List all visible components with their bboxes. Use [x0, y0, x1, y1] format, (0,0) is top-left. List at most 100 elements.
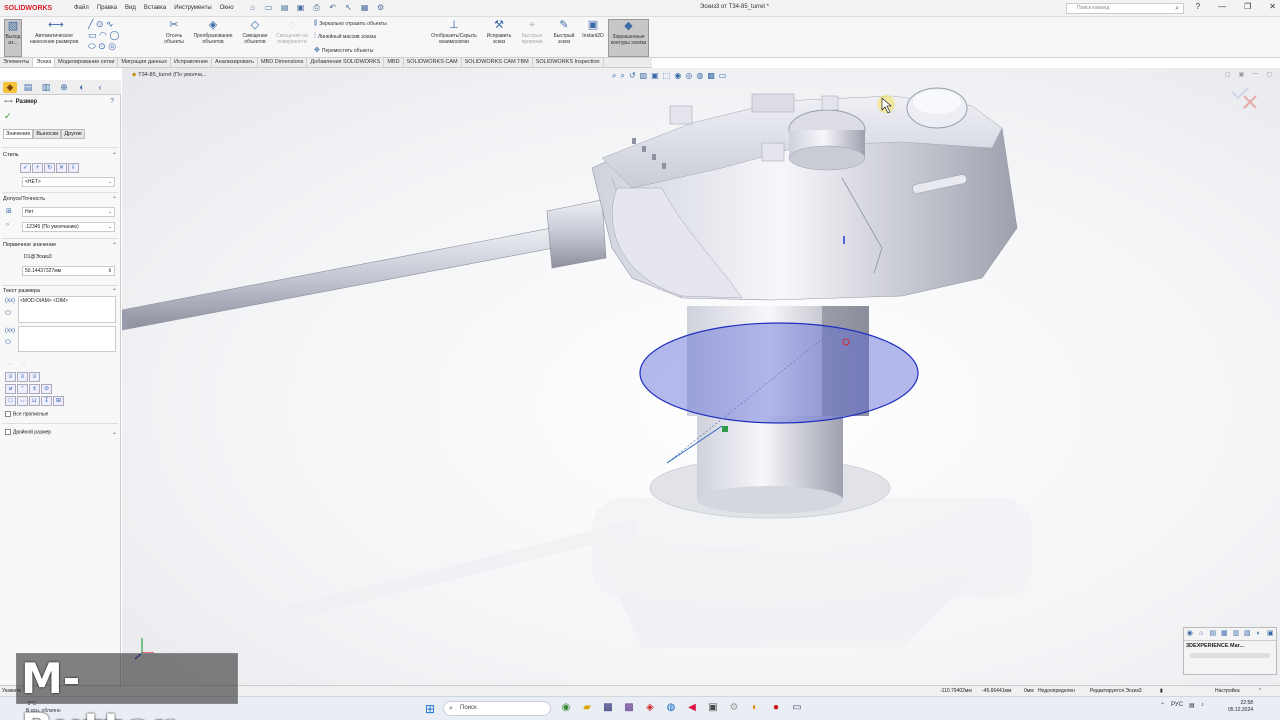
close-button[interactable]: ✕ — [1269, 2, 1276, 11]
more-symbols-icon[interactable]: ⊘ — [41, 384, 52, 394]
volume-icon[interactable]: ♪ — [1201, 702, 1204, 709]
offset-entities-button[interactable]: ◇ Смещение объектов — [238, 19, 272, 45]
blender-icon[interactable]: ◐ — [749, 702, 761, 714]
counterbore-symbol-icon[interactable]: ⊔ — [29, 396, 40, 406]
network-icon[interactable]: ▤ — [1189, 702, 1195, 709]
delete-style-icon[interactable]: ✕ — [56, 163, 67, 173]
rapid-snaps-button[interactable]: ⌖ Быстрые привязки — [516, 19, 548, 45]
menu-edit[interactable]: Правка — [97, 5, 117, 11]
custom-properties-icon[interactable]: ▣ — [1266, 629, 1276, 639]
mirror-entities-button[interactable]: ⫼ Зеркально отразить объекты — [314, 20, 387, 28]
inspection-icon[interactable]: ⬭ — [5, 310, 11, 318]
inspection-icon-lower[interactable]: ⬭ — [5, 339, 11, 347]
premiere-icon[interactable]: ▩ — [623, 702, 635, 714]
tray-overflow-icon[interactable]: ⌃ — [1160, 702, 1165, 709]
countersink-symbol-icon[interactable]: ⌵ — [17, 396, 28, 406]
home-icon[interactable]: ⌂ — [1197, 629, 1207, 639]
shaded-sketch-contours-button[interactable]: ◆ Закрашенные контуры эскиза — [608, 19, 649, 57]
solidworks-icon[interactable]: ◈ — [644, 702, 656, 714]
menu-view[interactable]: Вид — [125, 5, 136, 11]
home-icon[interactable]: ⌂ — [248, 3, 258, 13]
language-indicator[interactable]: РУС — [1171, 702, 1183, 709]
options-gear-icon[interactable]: ⚙ — [376, 3, 386, 13]
tab-solidworks-cam[interactable]: SOLIDWORKS CAM — [404, 58, 462, 67]
update-style-icon[interactable]: ↻ — [44, 163, 55, 173]
diameter-symbol-icon[interactable]: ⌀ — [5, 384, 16, 394]
file-explorer-icon[interactable]: ▥ — [1231, 629, 1241, 639]
feature-tree-icon[interactable]: ▤ — [21, 82, 35, 93]
degree-symbol-icon[interactable]: ° — [17, 384, 28, 394]
screen-tool-icon[interactable]: ▭ — [791, 702, 803, 714]
style-select[interactable]: <НЕТ> ⌄ — [22, 177, 115, 187]
depth-symbol-icon[interactable]: ↧ — [41, 396, 52, 406]
exit-sketch-button[interactable]: ▧ Выход из... — [4, 19, 22, 57]
tab-mbd[interactable]: MBD — [384, 58, 404, 67]
dimension-text-section-header[interactable]: Текст размера ⌃ — [3, 288, 117, 295]
photoshop-icon[interactable]: ▩ — [602, 702, 614, 714]
status-settings-dropdown-icon[interactable]: ⌃ — [1258, 686, 1262, 696]
add-parentheses-icon[interactable]: (xx) — [5, 298, 15, 304]
menu-file[interactable]: Файл — [74, 5, 89, 11]
tab-data-migration[interactable]: Миграция данных — [118, 58, 171, 67]
app-icon[interactable]: ▣ — [707, 702, 719, 714]
quick-sketch-button[interactable]: ✎ Быстрый эскиз — [549, 19, 579, 45]
property-manager-icon[interactable]: ▥ — [39, 82, 53, 93]
dimension-text-area-bottom[interactable] — [18, 326, 116, 352]
undo-icon[interactable]: ↶ — [328, 3, 338, 13]
restore-button[interactable]: ❐ — [1244, 2, 1251, 11]
add-style-icon[interactable]: + — [32, 163, 43, 173]
save-style-icon[interactable]: ⇩ — [68, 163, 79, 173]
menu-window[interactable]: Окно — [220, 5, 234, 11]
view-palette-icon[interactable]: ▧ — [1243, 629, 1253, 639]
help-icon[interactable]: ? — [110, 98, 114, 105]
convert-entities-button[interactable]: ◈ Преобразование объектов — [188, 19, 238, 45]
settings-app-icon[interactable]: ⚙ — [728, 702, 740, 714]
leader-icon[interactable]: ⋯ — [5, 361, 16, 371]
turret-3d-model[interactable] — [122, 68, 1280, 685]
chevron-up-icon[interactable]: ⌃ — [112, 288, 117, 295]
command-search-input[interactable]: Поиск команд ⌕ — [1066, 3, 1184, 14]
tab-mbd-dimensions[interactable]: MBD Dimensions — [258, 58, 308, 67]
select-icon[interactable]: ↖ — [344, 3, 354, 13]
panel-collapse-icon[interactable]: ‹ — [93, 82, 107, 93]
show-hide-relations-button[interactable]: ⊥ Отобразить/Скрыть взаимосвязи — [425, 19, 483, 45]
windows-start-icon[interactable]: ⊞ — [425, 702, 435, 716]
align-left-icon[interactable]: ≡ — [5, 372, 16, 382]
style-section-header[interactable]: Стиль ⌃ — [3, 152, 117, 159]
precision-select[interactable]: .12345 (По умолчанию) ⌄ — [22, 222, 115, 232]
chevron-up-icon[interactable]: ⌃ — [112, 242, 117, 249]
task-pane-scrollbar[interactable] — [1190, 653, 1270, 658]
tab-solidworks-cam-tbm[interactable]: SOLIDWORKS CAM TBM — [462, 58, 533, 67]
tolerance-section-header[interactable]: Допуск/Точность ⌃ — [3, 196, 117, 203]
dual-dimension-checkbox[interactable]: Двойной размер — [5, 429, 51, 435]
smart-dimension-button[interactable]: ⟷ Автоматическое нанесение размеров — [26, 19, 82, 45]
square-symbol-icon[interactable]: □ — [5, 396, 16, 406]
leader-alt-icon[interactable]: ⋰ — [17, 361, 28, 371]
tab-mesh-modeling[interactable]: Моделирование сетки — [55, 58, 119, 67]
minimize-button[interactable]: — — [1218, 2, 1226, 11]
tab-solidworks-addins[interactable]: Добавления SOLIDWORKS — [307, 58, 385, 67]
configuration-manager-icon[interactable]: ⊕ — [57, 82, 71, 93]
dimension-handle-green[interactable] — [722, 426, 728, 432]
system-clock[interactable]: 22:58 05.12.2024 — [1228, 700, 1253, 714]
appearance-icon[interactable]: ◐ — [75, 82, 89, 93]
search-icon[interactable]: ⌕ — [1175, 4, 1179, 13]
tolerance-select[interactable]: Нет ⌄ — [22, 207, 115, 217]
ok-checkmark-icon[interactable]: ✓ — [4, 111, 12, 122]
media-app-icon[interactable]: ◀ — [686, 702, 698, 714]
rebuild-icon[interactable]: ▦ — [360, 3, 370, 13]
subtab-value[interactable]: Значение — [3, 129, 34, 139]
align-right-icon[interactable]: ≡ — [29, 372, 40, 382]
plus-minus-symbol-icon[interactable]: ± — [29, 384, 40, 394]
help-icon[interactable]: ? — [1196, 2, 1200, 11]
add-symbol-icon[interactable]: ⊞ — [53, 396, 64, 406]
apply-style-icon[interactable]: ✓ — [20, 163, 31, 173]
design-library-icon[interactable]: ▦ — [1220, 629, 1230, 639]
chevron-down-icon[interactable]: ⌄ — [112, 429, 117, 436]
chevron-up-icon[interactable]: ⌃ — [112, 152, 117, 159]
taskbar-search-input[interactable]: ⌕ Поиск — [443, 701, 551, 716]
trim-entities-button[interactable]: ✂ Отсечь объекты — [160, 19, 188, 45]
primary-value-section-header[interactable]: Первичное значение ⌃ — [3, 242, 117, 249]
chevron-up-icon[interactable]: ⌃ — [112, 196, 117, 203]
dimension-manager-icon[interactable]: ◆ — [3, 82, 17, 93]
